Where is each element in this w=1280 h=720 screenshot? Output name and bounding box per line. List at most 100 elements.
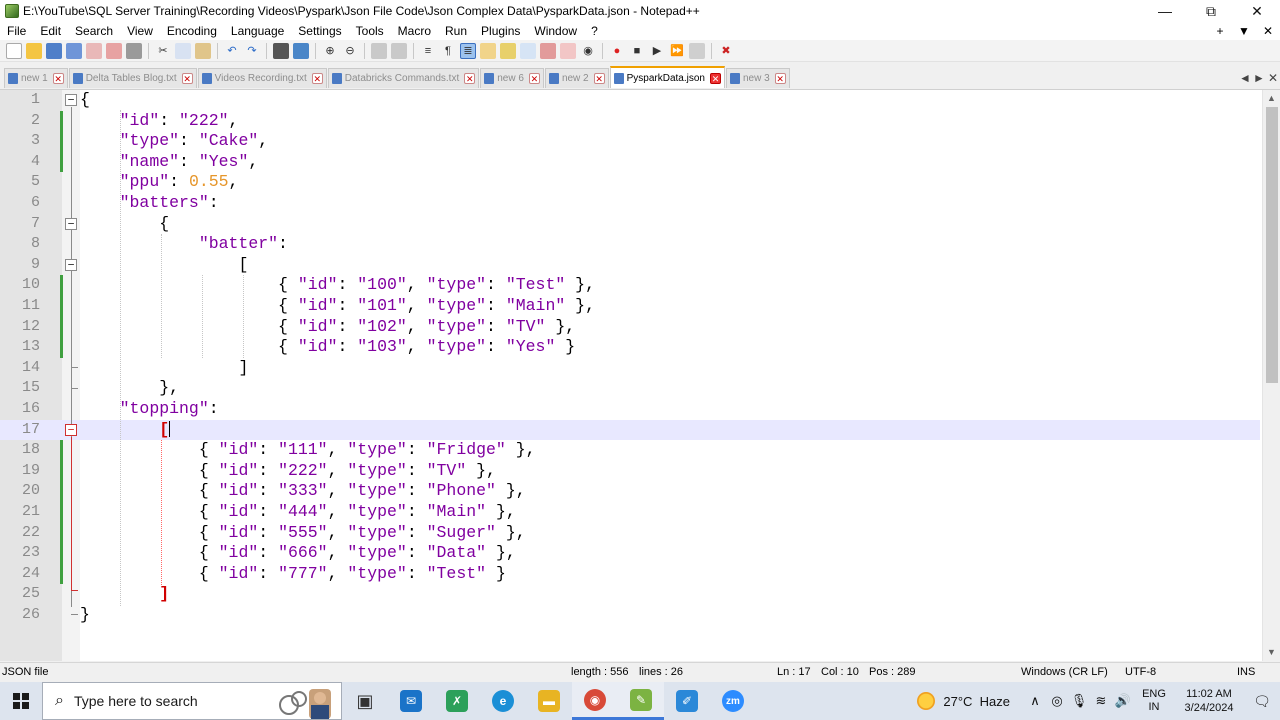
minimize-button[interactable]: — (1142, 0, 1188, 22)
redo-icon[interactable]: ↷ (244, 43, 260, 59)
plugin-admin-icon[interactable]: ✖ (718, 43, 734, 59)
replace-icon[interactable] (293, 42, 309, 59)
code-line[interactable]: { "id": "777", "type": "Test" } (80, 564, 1280, 585)
status-column[interactable]: Col : 10 (821, 666, 859, 678)
menu-view[interactable]: View (120, 22, 160, 40)
play-macro-icon[interactable]: ▶ (649, 43, 665, 59)
fold-toggle-icon[interactable]: − (65, 217, 77, 230)
editor-pane[interactable]: − − − − 1 2 3 4 5 6 7 8 9 10 11 12 13 14… (0, 89, 1280, 661)
menu-window[interactable]: Window (527, 22, 584, 40)
menu-edit[interactable]: Edit (33, 22, 68, 40)
zoom-in-icon[interactable]: ⊕ (322, 43, 338, 59)
stop-macro-icon[interactable]: ■ (629, 43, 645, 59)
code-line[interactable]: ] (80, 358, 1280, 379)
tab-close-icon[interactable]: ✕ (311, 73, 323, 84)
status-line[interactable]: Ln : 17 (777, 666, 811, 678)
run-macro-multiple-icon[interactable]: ⏩ (669, 43, 685, 59)
notification-icon[interactable]: 🗨 (1244, 693, 1280, 710)
tab-scroll-right-icon[interactable]: ► (1252, 71, 1266, 85)
weather-widget[interactable]: 27°C Haze (917, 692, 1010, 710)
tab-bar-close-icon[interactable]: ✕ (1266, 71, 1280, 85)
print-icon[interactable] (126, 42, 142, 59)
language-icon[interactable] (480, 42, 496, 59)
maximize-button[interactable]: ⧉ (1188, 0, 1234, 22)
code-line[interactable]: { (80, 90, 1280, 111)
copy-icon[interactable] (175, 42, 191, 59)
code-line[interactable]: "type": "Cake", (80, 131, 1280, 152)
doc-map-icon[interactable] (500, 42, 516, 59)
taskbar-app-paint[interactable]: ✐ (664, 682, 710, 720)
status-insert-mode[interactable]: INS (1237, 666, 1255, 678)
taskbar-app-file-explorer[interactable]: ▬ (526, 682, 572, 720)
eye-icon[interactable]: ◉ (580, 43, 596, 59)
code-line[interactable]: [ (80, 420, 1280, 441)
menu-run[interactable]: Run (438, 22, 474, 40)
tab-close-icon[interactable]: ✕ (464, 73, 476, 84)
save-icon[interactable] (46, 42, 62, 59)
volume-icon[interactable]: 🔊 (1112, 693, 1134, 709)
code-line[interactable]: "id": "222", (80, 111, 1280, 132)
taskbar-app-task-view[interactable]: ▣ (342, 682, 388, 720)
scroll-up-icon[interactable]: ▲ (1263, 90, 1280, 107)
record-macro-icon[interactable]: ● (609, 43, 625, 59)
microphone-icon[interactable]: 🎙 (1068, 693, 1090, 709)
scroll-down-icon[interactable]: ▼ (1263, 644, 1280, 661)
code-line[interactable]: ] (80, 584, 1280, 605)
vertical-scrollbar[interactable]: ▲ ▼ (1262, 90, 1280, 661)
tab-new-1[interactable]: new 1 ✕ (4, 68, 68, 88)
tab-close-icon[interactable]: ✕ (528, 73, 540, 84)
taskbar-app-edge[interactable]: e (480, 682, 526, 720)
code-line[interactable]: { "id": "100", "type": "Test" }, (80, 275, 1280, 296)
tab-delta-tables-blog[interactable]: Delta Tables Blog.txt ✕ (68, 68, 197, 88)
code-text-area[interactable]: { "id": "222", "type": "Cake", "name": "… (80, 90, 1260, 661)
close-doc-icon[interactable]: ✕ (1256, 24, 1280, 38)
tab-videos-recording[interactable]: Videos Recording.txt ✕ (197, 68, 327, 88)
menu-encoding[interactable]: Encoding (160, 22, 224, 40)
code-line[interactable]: "batter": (80, 234, 1280, 255)
code-line[interactable]: "batters": (80, 193, 1280, 214)
menu-plugins[interactable]: Plugins (474, 22, 527, 40)
tab-databricks-commands[interactable]: Databricks Commands.txt ✕ (327, 68, 480, 88)
tab-close-icon[interactable]: ✕ (52, 73, 64, 84)
monitoring-icon[interactable] (560, 42, 576, 59)
fold-toggle-icon[interactable]: − (65, 94, 77, 106)
code-line[interactable]: { (80, 214, 1280, 235)
paste-icon[interactable] (195, 42, 211, 59)
status-encoding[interactable]: UTF-8 (1125, 666, 1156, 678)
word-wrap-icon[interactable]: ≡ (420, 43, 436, 59)
tab-scroll-left-icon[interactable]: ◄ (1238, 71, 1252, 85)
close-all-icon[interactable] (106, 42, 122, 59)
taskbar-app-zoom[interactable]: zm (710, 682, 756, 720)
code-line[interactable]: { "id": "666", "type": "Data" }, (80, 543, 1280, 564)
tab-close-icon[interactable]: ✕ (710, 72, 721, 84)
menu-file[interactable]: File (0, 22, 33, 40)
code-line[interactable]: "topping": (80, 399, 1280, 420)
save-all-icon[interactable] (66, 42, 82, 59)
code-line[interactable]: { "id": "111", "type": "Fridge" }, (80, 440, 1280, 461)
close-button[interactable]: ✕ (1234, 0, 1280, 22)
new-tab-icon[interactable]: + (1208, 24, 1232, 38)
code-line[interactable]: { "id": "333", "type": "Phone" }, (80, 481, 1280, 502)
taskbar-search-box[interactable]: ⌕ Type here to search (42, 682, 342, 720)
tab-close-icon[interactable]: ✕ (181, 73, 193, 84)
code-line[interactable]: "name": "Yes", (80, 152, 1280, 173)
fold-toggle-icon[interactable]: − (65, 424, 77, 436)
tab-pysparkdata-json[interactable]: PysparkData.json ✕ (609, 66, 725, 88)
code-line[interactable]: { "id": "444", "type": "Main" }, (80, 502, 1280, 523)
taskbar-app-notepadpp[interactable]: ✎ (618, 682, 664, 720)
meet-now-icon[interactable]: ◎ (1046, 693, 1068, 709)
input-language[interactable]: ENG IN (1134, 688, 1174, 714)
code-line[interactable]: { "id": "555", "type": "Suger" }, (80, 523, 1280, 544)
code-line[interactable]: { "id": "103", "type": "Yes" } (80, 337, 1280, 358)
fold-toggle-icon[interactable]: − (65, 258, 77, 271)
new-file-icon[interactable] (6, 42, 22, 59)
scroll-thumb[interactable] (1266, 107, 1278, 383)
sync-vertical-icon[interactable] (371, 42, 387, 59)
code-line[interactable]: { "id": "102", "type": "TV" }, (80, 317, 1280, 338)
undo-icon[interactable]: ↶ (224, 43, 240, 59)
folder-workspace-icon[interactable] (540, 42, 556, 59)
code-line[interactable]: [ (80, 255, 1280, 276)
menu-search[interactable]: Search (68, 22, 120, 40)
find-icon[interactable] (273, 42, 289, 59)
show-all-chars-icon[interactable]: ¶ (440, 43, 456, 59)
